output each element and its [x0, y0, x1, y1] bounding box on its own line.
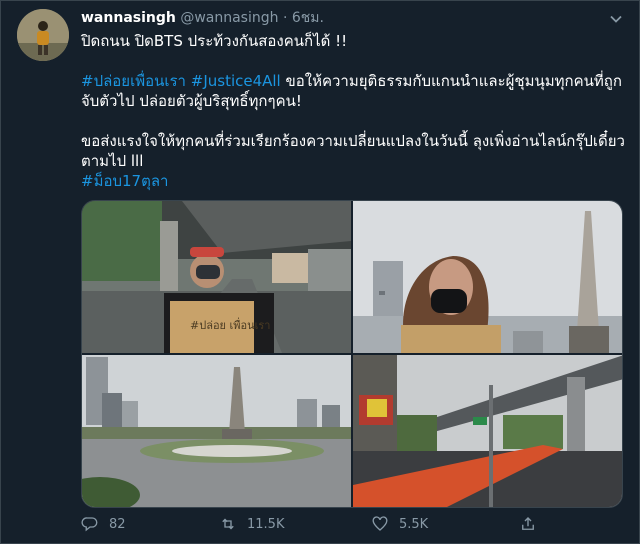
- tweet-line: ขอส่งแรงใจให้ทุกคนที่ร่วมเรียกร้องความเป…: [81, 132, 625, 170]
- media-grid: #ปล่อย เพื่อนเรา: [81, 200, 623, 508]
- like-button[interactable]: 5.5K: [371, 515, 428, 533]
- hashtag-link[interactable]: #Justice4All: [191, 72, 281, 90]
- hashtag-link[interactable]: #ม็อบ17ตุลา: [81, 172, 168, 190]
- retweet-icon: [222, 518, 234, 530]
- display-name[interactable]: wannasingh: [81, 10, 176, 26]
- share-icon: [522, 517, 534, 530]
- tweet-actions: 82 11.5K 5.5K: [81, 515, 629, 535]
- photo-victory-monument-woman[interactable]: [353, 201, 622, 353]
- separator-dot: ·: [282, 10, 288, 26]
- share-button[interactable]: [519, 515, 537, 533]
- tweet-card[interactable]: wannasingh @wannasingh · 6ชม. ปิดถนน ปิด…: [0, 0, 640, 544]
- heart-icon: [372, 516, 388, 531]
- photo-monument-roundabout[interactable]: [82, 355, 351, 507]
- chevron-down-icon[interactable]: [609, 11, 623, 25]
- reply-count: 82: [109, 516, 126, 532]
- tweet-paragraph: #ปล่อยเพื่อนเรา #Justice4All ขอให้ความยุ…: [81, 71, 629, 111]
- user-handle[interactable]: @wannasingh: [180, 10, 278, 26]
- avatar[interactable]: [17, 9, 69, 61]
- hashtag-link[interactable]: #ปล่อยเพื่อนเรา: [81, 72, 186, 90]
- retweet-button[interactable]: 11.5K: [219, 515, 284, 533]
- tweet-line: ปิดถนน ปิดBTS ประท้วงกันสองคนก็ได้ !!: [81, 32, 348, 50]
- timestamp[interactable]: 6ชม.: [292, 10, 324, 26]
- reply-button[interactable]: 82: [81, 515, 126, 533]
- reply-icon: [81, 517, 98, 532]
- like-count: 5.5K: [399, 516, 429, 532]
- photo-bts-barricades[interactable]: [353, 355, 622, 507]
- retweet-count: 11.5K: [247, 516, 285, 532]
- sign-text: #ปล่อย เพื่อนเรา: [190, 317, 270, 332]
- tweet-header: wannasingh @wannasingh · 6ชม.: [81, 9, 324, 27]
- photo-bts-station-protester[interactable]: #ปล่อย เพื่อนเรา: [82, 201, 351, 353]
- tweet-text: ปิดถนน ปิดBTS ประท้วงกันสองคนก็ได้ !! #ป…: [81, 31, 629, 191]
